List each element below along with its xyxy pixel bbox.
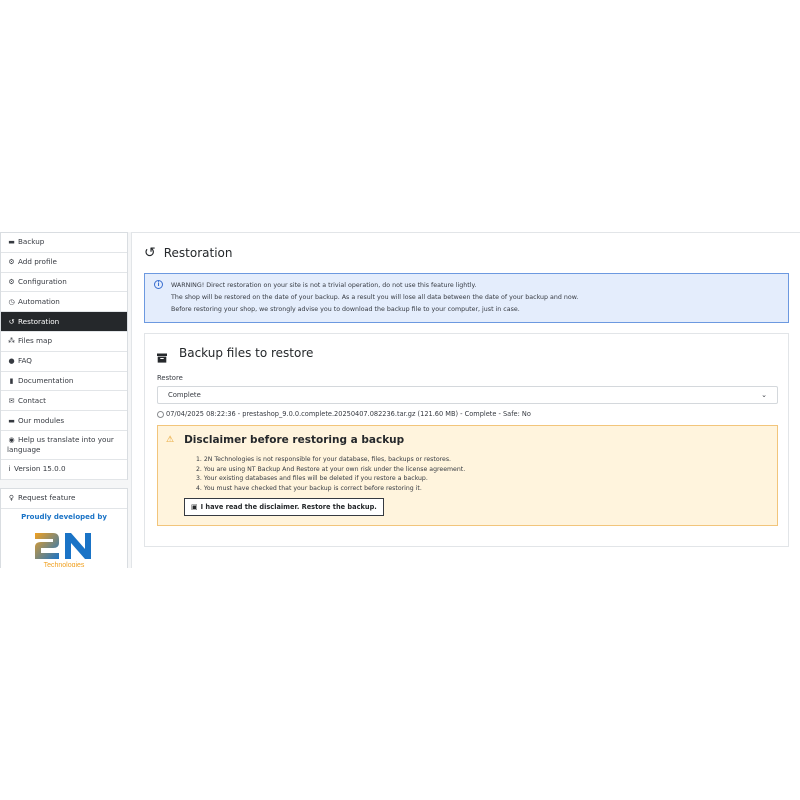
- card-header: Backup files to restore: [157, 346, 314, 363]
- page-title: Restoration: [163, 246, 233, 260]
- sidebar-item-configuration[interactable]: ⚙ Configuration: [1, 273, 127, 293]
- sidebar-item-label: Configuration: [18, 276, 67, 286]
- warning-triangle-icon: ⚠: [166, 435, 175, 445]
- sidebar-item-add-profile[interactable]: ⚙ Add profile: [1, 253, 127, 273]
- sidebar-menu: ▬ Backup ⚙ Add profile ⚙ Configuration ◷…: [0, 232, 128, 480]
- sidebar-item-label: Restoration: [18, 316, 60, 326]
- history-icon: ↺: [144, 245, 156, 261]
- main-panel: ↺ Restoration i WARNING! Direct restorat…: [131, 232, 800, 568]
- sidebar: ▬ Backup ⚙ Add profile ⚙ Configuration ◷…: [0, 232, 128, 568]
- sidebar-item-automation[interactable]: ◷ Automation: [1, 292, 127, 313]
- sidebar-item-documentation[interactable]: ▮ Documentation: [1, 372, 127, 392]
- sidebar-item-label: FAQ: [18, 356, 32, 366]
- backup-file-radio[interactable]: [157, 410, 164, 418]
- sidebar-item-label: Backup: [18, 237, 45, 247]
- sidebar-item-translate[interactable]: ◉ Help us translate into your language: [1, 431, 127, 460]
- disclaimer-item: 2. You are using NT Backup And Restore a…: [196, 465, 466, 473]
- globe-icon: ◉: [8, 435, 15, 444]
- restore-type-value: Complete: [168, 391, 201, 399]
- question-circle-icon: ●: [8, 357, 15, 366]
- disclaimer-item: 3. Your existing databases and files wil…: [196, 475, 428, 482]
- sidebar-item-label: Contact: [18, 395, 46, 405]
- archive-icon: ▬: [8, 238, 15, 247]
- backup-files-card: Backup files to restore Restore Complete…: [144, 333, 789, 547]
- backup-file-label: 07/04/2025 08:22:36 - prestashop_9.0.0.c…: [166, 410, 531, 418]
- backup-file-option[interactable]: 07/04/2025 08:22:36 - prestashop_9.0.0.c…: [157, 410, 531, 418]
- book-icon: ▮: [9, 376, 14, 385]
- lightbulb-icon: ♀: [8, 494, 15, 503]
- info-icon: i: [8, 465, 11, 474]
- restore-type-select[interactable]: Complete ⌄: [157, 386, 778, 404]
- sidebar-item-label: Files map: [18, 336, 53, 346]
- sidebar-item-label: Documentation: [18, 375, 74, 385]
- warning-line-3: Before restoring your shop, we strongly …: [171, 306, 520, 313]
- request-feature-link[interactable]: ♀ Request feature: [1, 489, 127, 509]
- sidebar-item-label: Our modules: [18, 415, 65, 425]
- sidebar-item-label: ◉ Help us translate into your language: [7, 434, 114, 454]
- developed-by-text: Proudly developed by: [21, 512, 107, 521]
- developer-credit: Proudly developed by Technologies: [1, 509, 127, 568]
- info-circle-icon: i: [154, 280, 163, 289]
- disclaimer-item: 4. You must have checked that your backu…: [196, 484, 422, 492]
- clock-icon: ◷: [8, 297, 15, 306]
- envelope-icon: ✉: [8, 396, 15, 405]
- request-feature-label: Request feature: [18, 493, 76, 503]
- sidebar-item-backup[interactable]: ▬ Backup: [1, 233, 127, 253]
- history-icon: ↺: [8, 317, 15, 326]
- sidebar-item-faq[interactable]: ● FAQ: [1, 352, 127, 372]
- restore-backup-button-label: I have read the disclaimer. Restore the …: [200, 503, 377, 511]
- save-icon: ▣: [191, 503, 198, 511]
- disclaimer-item: 1. 2N Technologies is not responsible fo…: [196, 456, 452, 463]
- cogs-icon: ⚙: [8, 258, 15, 267]
- warning-line-1: WARNING! Direct restoration on your site…: [171, 282, 477, 289]
- page-header: ↺ Restoration: [144, 245, 233, 261]
- sidebar-item-label: Version 15.0.0: [14, 464, 66, 474]
- sidebar-item-label: Automation: [18, 296, 60, 306]
- cogs-icon: ⚙: [8, 277, 15, 286]
- info-alert: i WARNING! Direct restoration on your si…: [144, 273, 789, 323]
- disclaimer-title: Disclaimer before restoring a backup: [184, 434, 405, 446]
- disclaimer-list: 1. 2N Technologies is not responsible fo…: [196, 455, 465, 493]
- module-app: ▬ Backup ⚙ Add profile ⚙ Configuration ◷…: [0, 232, 800, 568]
- disclaimer-header: ⚠ Disclaimer before restoring a backup: [166, 434, 404, 446]
- archive-icon: ▬: [8, 416, 15, 425]
- sitemap-icon: ⁂: [8, 337, 15, 346]
- card-title: Backup files to restore: [179, 346, 314, 360]
- sidebar-item-label: Add profile: [18, 257, 57, 267]
- disclaimer-alert: ⚠ Disclaimer before restoring a backup 1…: [157, 425, 778, 526]
- logo-subtext: Technologies: [44, 562, 85, 567]
- restore-label: Restore: [157, 374, 183, 382]
- sidebar-item-our-modules[interactable]: ▬ Our modules: [1, 411, 127, 431]
- sidebar-item-restoration[interactable]: ↺ Restoration: [1, 312, 127, 332]
- sidebar-item-contact[interactable]: ✉ Contact: [1, 391, 127, 412]
- sidebar-item-version: i Version 15.0.0: [1, 460, 127, 480]
- sidebar-item-files-map[interactable]: ⁂ Files map: [1, 332, 127, 352]
- archive-icon: [157, 348, 167, 363]
- warning-line-2: The shop will be restored on the date of…: [171, 294, 579, 301]
- company-logo[interactable]: Technologies: [1, 527, 127, 568]
- chevron-down-icon: ⌄: [761, 391, 767, 399]
- sidebar-secondary: ♀ Request feature Proudly developed by T…: [0, 487, 128, 568]
- restore-backup-button[interactable]: ▣ I have read the disclaimer. Restore th…: [184, 498, 384, 516]
